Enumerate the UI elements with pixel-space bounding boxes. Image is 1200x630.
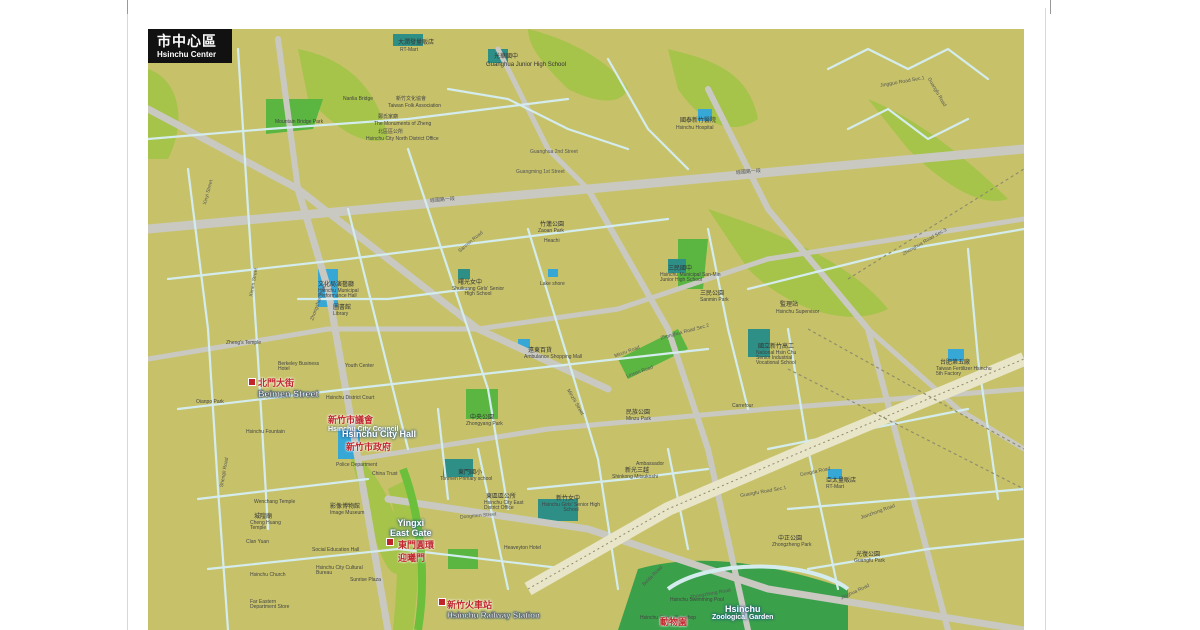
map-title-zh: 市中心區 (157, 33, 217, 49)
label-beimen-street[interactable]: 北門大街 Beimen Street (258, 376, 319, 399)
place-label[interactable]: Shuikuang Girls' Senior High School (448, 287, 508, 297)
place-label[interactable]: Hsinchu City Cultural Bureau (316, 566, 374, 576)
label-city-hall-en[interactable]: Hsinchu City Hall (342, 429, 416, 439)
poi-marker[interactable] (438, 598, 446, 606)
place-label[interactable]: 新竹文化協會 (396, 97, 426, 102)
place-label[interactable]: Hsinchu Supervisor (776, 310, 819, 315)
place-label[interactable]: Zheng's Temple (226, 341, 261, 346)
place-label[interactable]: Tonmen Primary school (440, 477, 492, 482)
place-label[interactable]: Wenchang Temple (254, 500, 295, 505)
place-label[interactable]: Police Department (336, 463, 377, 468)
place-label[interactable]: Nanlia Bridge (343, 97, 373, 102)
place-label[interactable]: Clan Yuan (246, 540, 269, 545)
place-label[interactable]: Sanmin Park (700, 298, 729, 303)
place-label[interactable]: Cheng Huang Temple (250, 521, 286, 531)
place-label[interactable]: Minzu Park (626, 417, 651, 422)
place-label[interactable]: 鄭氏家廟 (378, 115, 398, 120)
label-railway-station[interactable]: 新竹火車站 Hsinchu Railway Station (447, 598, 540, 620)
place-label[interactable]: Hsinchu City North District Office (366, 137, 439, 142)
place-label[interactable]: 監理站 (780, 302, 798, 308)
place-label[interactable]: Heaveyton Hotel (504, 546, 541, 551)
place-label[interactable]: Hsinchu District Court (326, 396, 374, 401)
poi-marker[interactable] (386, 538, 394, 546)
crop-mark (1050, 0, 1051, 14)
place-label[interactable]: 光華國中 (494, 54, 518, 60)
place-label[interactable]: National Hsin Chu Senior Industrial Voca… (756, 351, 812, 366)
place-label[interactable]: 大潤發量販店 (398, 40, 434, 46)
place-label[interactable]: Oianpo Park (196, 400, 224, 405)
poi-marker[interactable] (248, 378, 256, 386)
place-label[interactable]: Sunrise Plaza (350, 578, 381, 583)
place-label[interactable]: Hsinchu Municipal San-Min Junior High Sc… (660, 273, 730, 283)
place-label[interactable]: Hsinchu Girls' Senior High School (540, 503, 602, 513)
place-label[interactable]: Hsinchu Hospital (676, 126, 714, 131)
place-label[interactable]: Taiwan Fertilizer Hsinchu 5th Factory (936, 367, 996, 377)
label-city-hall-zh[interactable]: 新竹市政府 (346, 440, 391, 453)
place-label[interactable]: Social Education Hall (312, 548, 360, 553)
place-label[interactable]: Zhongyang Park (466, 422, 503, 427)
place-label[interactable]: Image Museum (330, 511, 364, 516)
place-label[interactable]: Youth Center (345, 364, 374, 369)
label-yingxi-east-gate[interactable]: Yingxi East Gate (390, 518, 432, 538)
map-title-en: Hsinchu Center (157, 50, 217, 59)
place-label[interactable]: The Monuments of Zheng (374, 122, 431, 127)
place-label[interactable]: Zaoan Park (538, 229, 564, 234)
place-label[interactable]: Far Eastern Department Store (250, 600, 298, 610)
place-label[interactable]: Hsinchu Church (250, 573, 286, 578)
place-label[interactable]: Hsinchu Municipal Performance Hall (318, 289, 388, 299)
place-label[interactable]: Hsinchu City East District Office (484, 501, 528, 511)
place-label[interactable]: Carrefour (732, 404, 753, 409)
place-label[interactable]: Zhongzheng Park (772, 543, 811, 548)
place-label[interactable]: Hsinchu Fountain (246, 430, 285, 435)
place-label[interactable]: 國泰新竹醫院 (680, 118, 716, 124)
label-dongmen-roundabout[interactable]: 東門圓環 迎曦門 (398, 538, 434, 564)
place-label[interactable]: Guanghua Junior High School (486, 62, 566, 68)
place-label[interactable]: Ambulance Shopping Mall (524, 355, 582, 360)
place-label[interactable]: Ambassador (636, 462, 664, 467)
place-label[interactable]: Guangfu Park (854, 559, 885, 564)
map-title-box: 市中心區 Hsinchu Center (148, 29, 232, 63)
place-label[interactable]: Lake shore (540, 282, 565, 287)
crop-mark (127, 0, 128, 14)
place-label[interactable]: RT-Mart (400, 48, 418, 53)
place-label[interactable]: Mountain Bridge Park (275, 120, 323, 125)
place-label[interactable]: Taiwan Folk Association (388, 104, 441, 109)
place-label[interactable]: 北區區公所 (378, 130, 403, 135)
place-label[interactable]: Berkeley Business Hotel (278, 362, 320, 372)
place-label[interactable]: Heachi (544, 239, 560, 244)
place-label[interactable]: Shinkong Mitsukoshi (612, 475, 658, 480)
road-label[interactable]: Guanghua 2nd Street (530, 150, 578, 155)
road-label[interactable]: Guangming 1st Street (516, 170, 565, 175)
place-label[interactable]: RT-Mart (826, 485, 844, 490)
label-zoo-en[interactable]: Hsinchu Zoological Garden (712, 604, 773, 621)
place-label[interactable]: China Trust (372, 472, 398, 477)
label-zoo-zh[interactable]: 動物園 (660, 615, 687, 628)
place-label[interactable]: Library (333, 312, 348, 317)
